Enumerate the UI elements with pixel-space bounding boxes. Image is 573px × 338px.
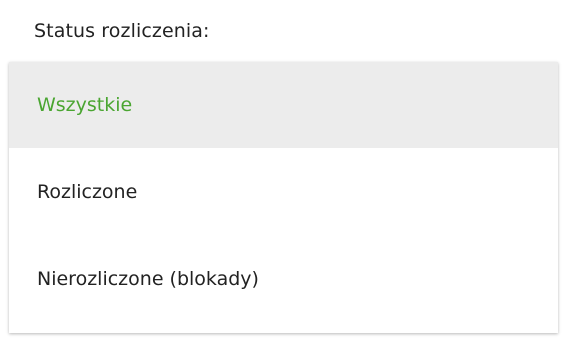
settlement-status-dropdown-list: Wszystkie Rozliczone Nierozliczone (blok… (9, 62, 558, 333)
option-settled-label: Rozliczone (37, 181, 138, 203)
option-all-label: Wszystkie (37, 94, 133, 116)
option-all[interactable]: Wszystkie (9, 62, 558, 148)
option-unsettled-blocks[interactable]: Nierozliczone (blokady) (9, 236, 558, 322)
settlement-status-filter: Status rozliczenia: Wszystkie Rozliczone… (9, 0, 558, 333)
option-unsettled-blocks-label: Nierozliczone (blokady) (37, 268, 259, 290)
settlement-status-label: Status rozliczenia: (34, 20, 210, 42)
option-settled[interactable]: Rozliczone (9, 148, 558, 236)
